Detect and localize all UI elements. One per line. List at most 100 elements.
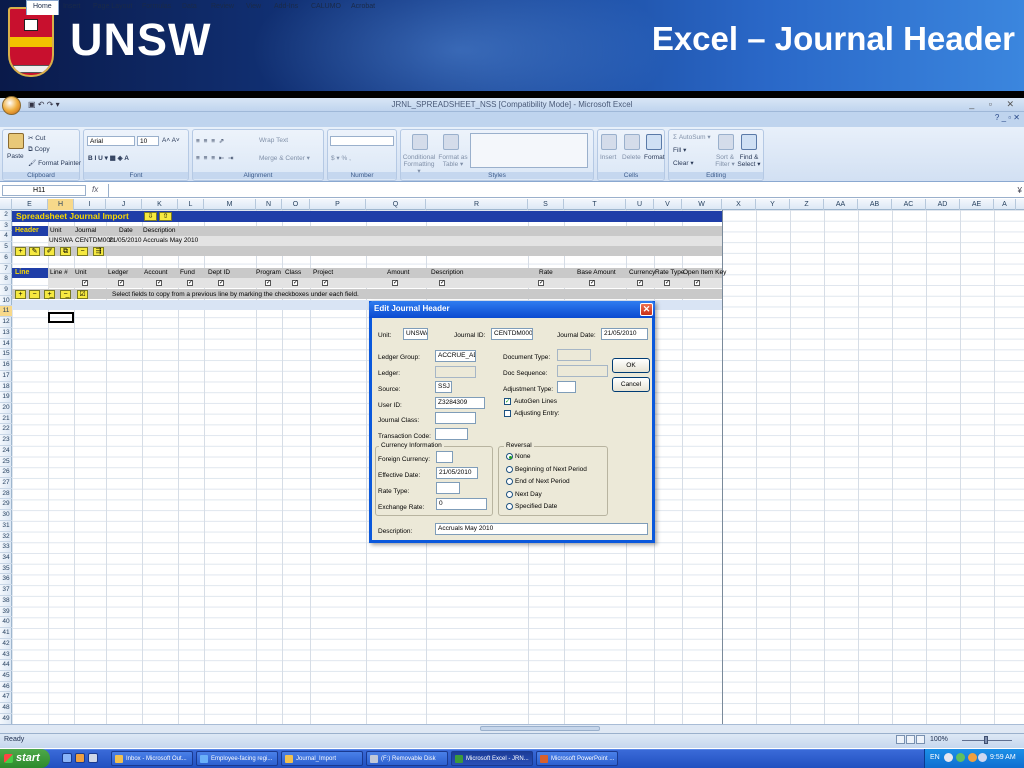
row-header[interactable]: 28: [0, 489, 12, 500]
reversal-beginning-next-period-radio[interactable]: [506, 466, 513, 473]
quick-launch-firefox-icon[interactable]: [75, 753, 85, 763]
quick-launch-desktop-icon[interactable]: [88, 753, 98, 763]
wrap-text-button[interactable]: Wrap Text: [259, 137, 288, 144]
row-header[interactable]: 7: [0, 264, 12, 275]
row-header[interactable]: 3: [0, 221, 12, 232]
row-header[interactable]: 40: [0, 617, 12, 629]
column-header[interactable]: AA: [824, 199, 858, 210]
row-header[interactable]: 47: [0, 692, 12, 704]
exchange-rate-field[interactable]: 0: [436, 498, 487, 510]
row-header[interactable]: 21: [0, 414, 12, 425]
copy-base-amount-checkbox[interactable]: ✓: [589, 280, 595, 286]
column-header[interactable]: K: [142, 199, 178, 210]
font-name-select[interactable]: Arial: [87, 136, 135, 146]
header-val-journal[interactable]: CENTDM000: [75, 236, 114, 246]
reversal-specified-date-radio[interactable]: [506, 503, 513, 510]
vertical-align-buttons[interactable]: ≡ ≡ ≡ ⇗: [196, 137, 225, 145]
row-header[interactable]: 49: [0, 714, 12, 725]
ledger-group-field[interactable]: ACCRUE_ADD: [435, 350, 476, 362]
quick-launch-ie-icon[interactable]: [62, 753, 72, 763]
column-header[interactable]: P: [310, 199, 366, 210]
column-header[interactable]: Q: [366, 199, 426, 210]
column-header[interactable]: R: [426, 199, 528, 210]
conditional-formatting-icon[interactable]: [412, 134, 428, 150]
row-header[interactable]: 25: [0, 457, 12, 468]
column-header[interactable]: E: [12, 199, 48, 210]
journal-class-field[interactable]: [435, 412, 476, 424]
column-header[interactable]: AD: [926, 199, 960, 210]
row-header[interactable]: 10: [0, 296, 12, 307]
column-header[interactable]: U: [626, 199, 654, 210]
autogen-lines-checkbox[interactable]: ✓: [504, 398, 511, 405]
column-header[interactable]: L: [178, 199, 204, 210]
import-icon[interactable]: ⇩: [144, 212, 157, 221]
find-select-icon[interactable]: [741, 134, 757, 150]
taskbar-item-removable-disk[interactable]: (F:) Removable Disk: [366, 751, 448, 766]
horizontal-align-buttons[interactable]: ≡ ≡ ≡ ⇤ ⇥: [196, 154, 235, 162]
copy-fund-checkbox[interactable]: ✓: [187, 280, 193, 286]
cancel-button[interactable]: Cancel: [612, 377, 650, 392]
ledger-field[interactable]: [435, 366, 476, 378]
transaction-code-field[interactable]: [435, 428, 468, 440]
autosum-button[interactable]: Σ AutoSum ▾: [673, 133, 711, 141]
ribbon-help-controls[interactable]: ? _ ▫ ✕: [995, 113, 1020, 122]
row-header[interactable]: 29: [0, 499, 12, 511]
conditional-formatting-button[interactable]: Conditional Formatting ▾: [402, 154, 436, 175]
lookup-button[interactable]: ⇶: [93, 247, 104, 256]
copy-account-checkbox[interactable]: ✓: [156, 280, 162, 286]
taskbar-item-powerpoint[interactable]: Microsoft PowerPoint ...: [536, 751, 618, 766]
remove-line-button[interactable]: −: [29, 290, 40, 299]
taskbar-item-outlook[interactable]: Inbox - Microsoft Out...: [111, 751, 193, 766]
copy-rate-checkbox[interactable]: ✓: [538, 280, 544, 286]
insert-cells-button[interactable]: Insert: [600, 154, 616, 161]
row-header[interactable]: 24: [0, 446, 12, 457]
format-as-table-button[interactable]: Format as Table ▾: [438, 154, 468, 168]
reversal-none-radio[interactable]: [506, 453, 513, 460]
delete-copy-line-button[interactable]: −̲: [60, 290, 71, 299]
effective-date-field[interactable]: 21/05/2010: [436, 467, 478, 479]
row-header[interactable]: 46: [0, 682, 12, 693]
row-header[interactable]: 23: [0, 435, 12, 446]
description-field[interactable]: Accruals May 2010: [435, 523, 648, 535]
validate-button[interactable]: ☑: [77, 290, 88, 299]
foreign-currency-field[interactable]: [436, 451, 453, 463]
horizontal-scroll-thumb[interactable]: [480, 726, 600, 731]
column-header[interactable]: J: [106, 199, 142, 210]
row-header[interactable]: 36: [0, 574, 12, 586]
format-cells-icon[interactable]: [646, 134, 662, 150]
column-header[interactable]: T: [564, 199, 626, 210]
tray-security-icon[interactable]: [956, 753, 965, 762]
row-header[interactable]: 31: [0, 521, 12, 532]
column-header[interactable]: M: [204, 199, 256, 210]
copy-open-item-key-checkbox[interactable]: ✓: [694, 280, 700, 286]
copy-ledger-checkbox[interactable]: ✓: [118, 280, 124, 286]
edit-row-button[interactable]: ✎: [29, 247, 40, 256]
copy-button[interactable]: ⧉ Copy: [28, 146, 50, 154]
paste-button[interactable]: Paste: [7, 153, 24, 160]
taskbar-item-employee[interactable]: Employee-facing regi...: [196, 751, 278, 766]
column-header[interactable]: O: [282, 199, 310, 210]
export-icon[interactable]: ⇧: [159, 212, 172, 221]
row-header[interactable]: 19: [0, 392, 12, 403]
column-header[interactable]: V: [654, 199, 682, 210]
pencil-icon[interactable]: ✐: [44, 247, 55, 256]
copy-program-checkbox[interactable]: ✓: [265, 280, 271, 286]
zoom-slider-handle[interactable]: [984, 736, 988, 744]
header-val-unit[interactable]: UNSWA: [49, 236, 73, 246]
font-size-select[interactable]: 10: [137, 136, 159, 146]
row-header[interactable]: 12: [0, 317, 12, 328]
row-header[interactable]: 42: [0, 639, 12, 650]
page-break-view-icon[interactable]: [916, 735, 925, 744]
column-header[interactable]: N: [256, 199, 282, 210]
copy-amount-checkbox[interactable]: ✓: [392, 280, 398, 286]
tab-page-layout[interactable]: Page Layout: [93, 3, 132, 10]
column-header[interactable]: X: [722, 199, 756, 210]
row-header[interactable]: 38: [0, 596, 12, 607]
copy-project-checkbox[interactable]: ✓: [322, 280, 328, 286]
source-field[interactable]: SSJ: [435, 381, 452, 393]
column-header[interactable]: AB: [858, 199, 892, 210]
number-format-select[interactable]: [330, 136, 394, 146]
taskbar-item-journal-import[interactable]: Journal_Import: [281, 751, 363, 766]
row-header[interactable]: 33: [0, 542, 12, 554]
add-row-button[interactable]: +: [15, 247, 26, 256]
